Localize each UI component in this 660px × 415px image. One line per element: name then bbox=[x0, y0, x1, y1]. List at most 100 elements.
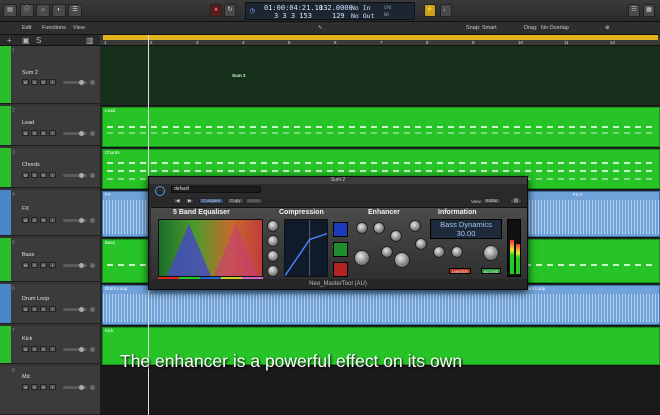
pan-knob[interactable] bbox=[90, 218, 95, 223]
record-button[interactable]: ● bbox=[210, 4, 222, 17]
next-preset-button[interactable]: ▶ bbox=[185, 198, 195, 204]
edit-menu[interactable]: Edit bbox=[22, 25, 31, 31]
pointer-tool-icon[interactable]: ↖ bbox=[318, 25, 323, 31]
pan-knob[interactable] bbox=[90, 263, 95, 268]
midi-region-lead[interactable]: Lead bbox=[102, 107, 660, 147]
output-knob[interactable] bbox=[433, 246, 445, 258]
solo-button[interactable]: S bbox=[31, 306, 38, 312]
input-monitor-button[interactable]: I bbox=[49, 306, 56, 312]
paste-button[interactable]: Paste bbox=[245, 198, 263, 204]
track-header-mic[interactable]: 8 Mic MSRI bbox=[0, 366, 100, 415]
tuner-button[interactable]: ⚡ bbox=[424, 4, 436, 17]
track-header-fx[interactable]: 4 FX MSRI bbox=[0, 190, 100, 236]
power-icon[interactable] bbox=[155, 186, 165, 196]
enhancer-knob[interactable] bbox=[390, 230, 402, 242]
record-enable-button[interactable]: R bbox=[40, 384, 47, 390]
volume-slider[interactable] bbox=[63, 347, 87, 352]
solo-button[interactable]: S bbox=[31, 346, 38, 352]
track-header-sum[interactable]: 1 Sum 2 MSRI bbox=[0, 46, 100, 104]
cycle-button[interactable]: ↻ bbox=[224, 4, 236, 17]
link-icon[interactable]: ⛓ bbox=[510, 198, 522, 204]
toolbar-button[interactable]: ⌂ bbox=[36, 4, 50, 17]
track-header-chords[interactable]: 3 Chords MSRI bbox=[0, 148, 100, 188]
pan-knob[interactable] bbox=[90, 131, 95, 136]
record-enable-button[interactable]: R bbox=[40, 130, 47, 136]
audio-region-drum-loop[interactable]: Drum Loop Drum Loop bbox=[102, 285, 660, 325]
record-enable-button[interactable]: R bbox=[40, 217, 47, 223]
record-enable-button[interactable]: R bbox=[40, 172, 47, 178]
view-select[interactable]: Editor bbox=[483, 198, 501, 204]
volume-slider[interactable] bbox=[63, 263, 87, 268]
volume-slider[interactable] bbox=[63, 307, 87, 312]
list-editors-button[interactable]: ☷ bbox=[628, 4, 640, 17]
solo-button[interactable]: S bbox=[31, 130, 38, 136]
eq-knob[interactable] bbox=[267, 250, 279, 262]
solo-button[interactable]: S bbox=[31, 79, 38, 85]
solo-button[interactable]: S bbox=[31, 384, 38, 390]
pan-knob[interactable] bbox=[90, 173, 95, 178]
mute-button[interactable]: M bbox=[22, 346, 29, 352]
timeline-ruler[interactable]: 1 2 3 4 5 6 7 8 9 10 11 12 bbox=[100, 35, 660, 46]
input-monitor-button[interactable]: I bbox=[49, 130, 56, 136]
volume-slider[interactable] bbox=[63, 385, 87, 390]
info-button[interactable]: ⓘ bbox=[20, 4, 34, 17]
mute-button[interactable]: M bbox=[22, 306, 29, 312]
eq-graph[interactable] bbox=[158, 219, 263, 277]
copy-button[interactable]: Copy bbox=[227, 198, 244, 204]
record-enable-button[interactable]: R bbox=[40, 346, 47, 352]
input-monitor-button[interactable]: I bbox=[49, 384, 56, 390]
pan-knob[interactable] bbox=[90, 307, 95, 312]
track-header-drum-loop[interactable]: 6 Drum Loop MSRI bbox=[0, 284, 100, 324]
functions-menu[interactable]: Functions bbox=[42, 25, 66, 31]
previous-preset-button[interactable]: ◀ bbox=[173, 198, 183, 204]
mute-button[interactable]: M bbox=[22, 262, 29, 268]
summary-region[interactable]: Sum 2 bbox=[102, 46, 658, 104]
enhancer-knob[interactable] bbox=[373, 222, 385, 234]
gain-knob[interactable] bbox=[483, 245, 499, 261]
eq-knob[interactable] bbox=[267, 235, 279, 247]
library-button[interactable]: ▤ bbox=[3, 4, 17, 17]
mixer-button[interactable]: ☰ bbox=[68, 4, 82, 17]
mute-button[interactable]: M bbox=[22, 79, 29, 85]
eq-knob[interactable] bbox=[267, 220, 279, 232]
record-enable-button[interactable]: R bbox=[40, 79, 47, 85]
input-monitor-button[interactable]: I bbox=[49, 217, 56, 223]
zoom-icon[interactable]: ⊕ bbox=[605, 25, 610, 31]
mute-button[interactable]: M bbox=[22, 384, 29, 390]
record-enable-button[interactable]: R bbox=[40, 262, 47, 268]
enhancer-drive-knob[interactable] bbox=[354, 250, 370, 266]
track-header-kick[interactable]: 7 Kick MSRI bbox=[0, 326, 100, 364]
add-track-icon[interactable]: + bbox=[7, 36, 12, 45]
mute-button[interactable]: M bbox=[22, 130, 29, 136]
input-monitor-button[interactable]: I bbox=[49, 346, 56, 352]
smart-controls-button[interactable]: ◐ bbox=[52, 4, 66, 17]
global-tracks-icon[interactable]: ▥ bbox=[86, 36, 94, 45]
pan-knob[interactable] bbox=[90, 385, 95, 390]
enhancer-mix-knob[interactable] bbox=[394, 252, 410, 268]
volume-slider[interactable] bbox=[63, 218, 87, 223]
enhancer-knob[interactable] bbox=[409, 220, 421, 232]
drag-value[interactable]: No Overlap bbox=[541, 25, 569, 31]
mute-button[interactable]: M bbox=[22, 172, 29, 178]
preset-menu[interactable]: default bbox=[171, 186, 261, 193]
enhancer-knob[interactable] bbox=[381, 246, 393, 258]
track-header-lead[interactable]: 2 Lead MSRI bbox=[0, 106, 100, 146]
browser-button[interactable]: ▦ bbox=[643, 4, 655, 17]
snap-value[interactable]: Smart bbox=[482, 25, 497, 31]
volume-slider[interactable] bbox=[63, 131, 87, 136]
enhancer-knob[interactable] bbox=[356, 222, 368, 234]
comp-mode-blue-button[interactable] bbox=[333, 222, 348, 237]
volume-slider[interactable] bbox=[63, 80, 87, 85]
active-button[interactable]: ACTIVE bbox=[481, 268, 501, 274]
eq-knob[interactable] bbox=[267, 265, 279, 277]
limiter-button[interactable]: LIMITER bbox=[449, 268, 471, 274]
solo-button[interactable]: S bbox=[31, 172, 38, 178]
pan-knob[interactable] bbox=[90, 80, 95, 85]
output-knob[interactable] bbox=[451, 246, 463, 258]
compare-button[interactable]: Compare bbox=[199, 198, 224, 204]
comp-mode-red-button[interactable] bbox=[333, 262, 348, 277]
s-button-icon[interactable]: S bbox=[36, 36, 41, 45]
folder-icon[interactable]: ▣ bbox=[22, 36, 30, 45]
view-menu[interactable]: View bbox=[73, 25, 85, 31]
pan-knob[interactable] bbox=[90, 347, 95, 352]
